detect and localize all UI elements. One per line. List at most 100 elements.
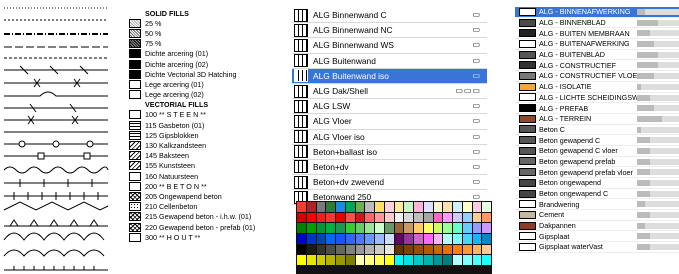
palette-swatch[interactable] [433, 234, 443, 244]
palette-swatch[interactable] [414, 202, 423, 212]
material-item[interactable]: Gipsplaat waterVast [515, 242, 679, 253]
palette-swatch[interactable] [345, 255, 355, 266]
fill-item[interactable]: 215 Gewapend beton - i.h.w. (01) [129, 212, 291, 222]
palette-swatch[interactable] [443, 234, 452, 244]
palette-swatch[interactable] [355, 244, 365, 255]
palette-swatch[interactable] [423, 202, 433, 212]
palette-swatch[interactable] [433, 202, 443, 212]
palette-swatch[interactable] [384, 234, 394, 244]
composite-item[interactable]: ALG Buitenwand iso ▭ [292, 68, 487, 84]
palette-swatch[interactable] [414, 223, 423, 234]
palette-swatch[interactable] [384, 255, 394, 266]
fill-item[interactable]: 50 % [129, 28, 291, 38]
palette-swatch[interactable] [316, 234, 326, 244]
palette-swatch[interactable] [443, 202, 452, 212]
palette-swatch[interactable] [414, 234, 423, 244]
palette-swatch[interactable] [414, 255, 423, 266]
material-item[interactable]: Beton ongewapend [515, 178, 679, 189]
palette-swatch[interactable] [375, 202, 384, 212]
palette-swatch[interactable] [326, 223, 335, 234]
composite-item[interactable]: ALG Vloer iso ▭ [292, 130, 487, 145]
fill-item[interactable]: 115 Gasbeton (01) [129, 120, 291, 130]
palette-swatch[interactable] [375, 223, 384, 234]
fill-item[interactable]: 25 % [129, 18, 291, 28]
fill-item[interactable]: Dichte Vectorial 3D Hatching [129, 69, 291, 79]
palette-swatch[interactable] [472, 223, 482, 234]
material-item[interactable]: Beton ongewapend C [515, 189, 679, 200]
palette-swatch[interactable] [355, 212, 365, 223]
palette-swatch[interactable] [306, 212, 316, 223]
fill-item[interactable]: 145 Baksteen [129, 151, 291, 161]
palette-swatch[interactable] [404, 234, 413, 244]
palette-swatch[interactable] [316, 212, 326, 223]
fill-item[interactable]: 220 Gewapend beton - prefab (01) [129, 222, 291, 232]
composite-item[interactable]: ALG Dak/Shell ▭▭▭ [292, 84, 487, 100]
palette-swatch[interactable] [462, 244, 472, 255]
fill-item[interactable]: Lege arcering (02) [129, 90, 291, 100]
palette-swatch[interactable] [336, 202, 345, 212]
palette-swatch[interactable] [336, 255, 345, 266]
material-item[interactable]: ALG - TERREIN [515, 114, 679, 125]
palette-swatch[interactable] [404, 255, 413, 266]
composite-item[interactable]: ALG LSW ▭ [292, 99, 487, 115]
palette-swatch[interactable] [453, 202, 462, 212]
fill-item[interactable]: 200 ** B E T O N ** [129, 181, 291, 191]
palette-swatch[interactable] [453, 234, 462, 244]
palette-swatch[interactable] [297, 234, 306, 244]
palette-swatch[interactable] [384, 223, 394, 234]
palette-swatch[interactable] [423, 223, 433, 234]
palette-swatch[interactable] [365, 255, 374, 266]
palette-swatch[interactable] [336, 244, 345, 255]
palette-swatch[interactable] [443, 212, 452, 223]
palette-swatch[interactable] [433, 255, 443, 266]
fill-item[interactable]: 130 Kalkzandsteen [129, 140, 291, 151]
palette-swatch[interactable] [336, 234, 345, 244]
material-item[interactable]: ALG - CONSTRUCTIEF [515, 60, 679, 72]
palette-swatch[interactable] [375, 234, 384, 244]
material-item[interactable]: ALG - LICHTE SCHEIDINGSWAND [515, 93, 679, 104]
palette-swatch[interactable] [423, 212, 433, 223]
composite-item[interactable]: ALG Buitenwand ▭ [292, 54, 487, 69]
palette-swatch[interactable] [423, 255, 433, 266]
composite-item[interactable]: ALG Binnenwand WS ▭ [292, 38, 487, 54]
palette-swatch[interactable] [345, 212, 355, 223]
palette-swatch[interactable] [453, 255, 462, 266]
palette-swatch[interactable] [482, 212, 491, 223]
palette-swatch[interactable] [384, 212, 394, 223]
palette-swatch[interactable] [384, 202, 394, 212]
palette-swatch[interactable] [404, 202, 413, 212]
palette-swatch[interactable] [404, 223, 413, 234]
palette-swatch[interactable] [365, 223, 374, 234]
palette-swatch[interactable] [414, 244, 423, 255]
fill-item[interactable]: 300 ** H O U T ** [129, 232, 291, 242]
palette-swatch[interactable] [297, 223, 306, 234]
palette-swatch[interactable] [423, 234, 433, 244]
palette-swatch[interactable] [326, 212, 335, 223]
palette-swatch[interactable] [345, 244, 355, 255]
palette-swatch[interactable] [336, 212, 345, 223]
palette-swatch[interactable] [433, 244, 443, 255]
palette-swatch[interactable] [365, 202, 374, 212]
material-item[interactable]: Beton gewapend C vloer [515, 146, 679, 157]
fill-item[interactable]: Dichte arcering (02) [129, 59, 291, 69]
palette-swatch[interactable] [297, 212, 306, 223]
palette-swatch[interactable] [482, 255, 491, 266]
palette-swatch[interactable] [472, 244, 482, 255]
material-item[interactable]: Beton gewapend C [515, 135, 679, 146]
palette-swatch[interactable] [462, 223, 472, 234]
material-item[interactable]: Brandwering [515, 199, 679, 211]
palette-swatch[interactable] [472, 255, 482, 266]
fill-item[interactable]: 100 ** S T E E N ** [129, 110, 291, 120]
palette-swatch[interactable] [414, 212, 423, 223]
palette-swatch[interactable] [326, 244, 335, 255]
palette-swatch[interactable] [326, 255, 335, 266]
palette-swatch[interactable] [326, 234, 335, 244]
palette-swatch[interactable] [404, 244, 413, 255]
palette-swatch[interactable] [453, 244, 462, 255]
palette-swatch[interactable] [297, 244, 306, 255]
material-item[interactable]: ALG - BUITENAFWERKING [515, 39, 679, 50]
palette-swatch[interactable] [482, 202, 491, 212]
palette-swatch[interactable] [443, 223, 452, 234]
palette-swatch[interactable] [297, 202, 306, 212]
palette-swatch[interactable] [375, 212, 384, 223]
